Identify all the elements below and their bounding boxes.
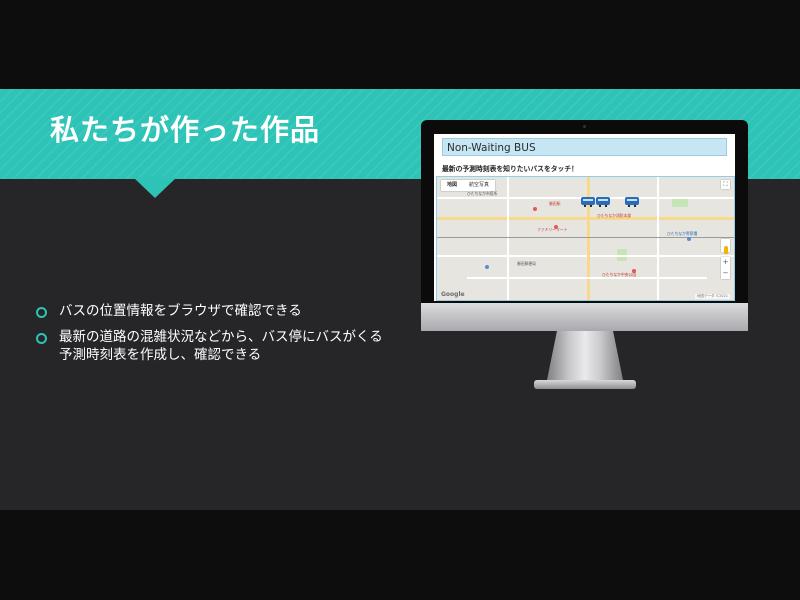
map-road	[507, 177, 509, 300]
zoom-in-button[interactable]: +	[721, 257, 730, 268]
app-instruction: 最新の予測時刻表を知りたいバスをタッチ！	[442, 165, 578, 173]
map-road	[437, 255, 734, 257]
map-poi	[687, 237, 691, 241]
bus-map[interactable]: ひたちなか市役所 勝田駅 ひたちなか消防本部 ひたちなか警察署 勝田郵便局 ファ…	[436, 176, 735, 301]
map-label: ひたちなか消防本部	[597, 213, 632, 218]
bullet-list: バスの位置情報をブラウザで確認できる 最新の道路の混雑状況などから、バス停にバス…	[36, 302, 396, 372]
camera-icon	[583, 125, 586, 128]
tab-map[interactable]: 地図	[441, 180, 463, 191]
map-poi	[485, 265, 489, 269]
map-label: 勝田郵便局	[517, 261, 536, 266]
bus-marker-icon[interactable]	[581, 197, 595, 207]
map-type-tabs: 地図 航空写真	[441, 180, 496, 191]
tab-satellite[interactable]: 航空写真	[463, 180, 495, 191]
monitor-stand-base	[534, 380, 636, 389]
map-road	[587, 177, 590, 300]
bullet-circle-icon	[36, 333, 47, 344]
street-view-pegman-icon[interactable]	[721, 239, 730, 254]
map-road	[437, 217, 734, 220]
zoom-out-button[interactable]: −	[721, 268, 730, 279]
map-label: ひたちなか警察署	[667, 231, 698, 236]
map-poi	[533, 207, 537, 211]
zoom-control: + −	[721, 257, 730, 279]
letterbox-bottom	[0, 510, 800, 600]
map-label: ひたちなか市役所	[467, 191, 498, 196]
bullet-circle-icon	[36, 307, 47, 318]
fullscreen-button[interactable]: ⛶	[721, 180, 730, 189]
app-header: Non-Waiting BUS	[442, 138, 727, 156]
map-road	[467, 277, 707, 279]
map-label: ひたちなか中央公園	[602, 272, 637, 277]
monitor-screen: Non-Waiting BUS 最新の予測時刻表を知りたいバスをタッチ！ ひたち…	[434, 134, 735, 301]
slide-title: 私たちが作った作品	[50, 113, 321, 147]
map-road	[657, 177, 659, 300]
google-logo: Google	[441, 291, 465, 298]
bullet-item: バスの位置情報をブラウザで確認できる	[36, 302, 396, 320]
banner-notch	[133, 177, 177, 198]
map-label: 勝田駅	[549, 201, 561, 206]
monitor: Non-Waiting BUS 最新の予測時刻表を知りたいバスをタッチ！ ひたち…	[421, 120, 748, 331]
letterbox-top	[0, 0, 800, 89]
bus-marker-icon[interactable]	[596, 197, 610, 207]
map-attribution[interactable]: 地図データ ©2021	[694, 294, 730, 299]
bullet-text: 最新の道路の混雑状況などから、バス停にバスがくる予測時刻表を作成し、確認できる	[59, 329, 383, 363]
monitor-chin	[421, 303, 748, 331]
bullet-item: 最新の道路の混雑状況などから、バス停にバスがくる予測時刻表を作成し、確認できる	[36, 328, 396, 364]
map-label: ファミリーマート	[537, 227, 568, 232]
bus-marker-icon[interactable]	[625, 197, 639, 207]
bullet-text: バスの位置情報をブラウザで確認できる	[59, 303, 302, 319]
monitor-stand	[546, 331, 624, 385]
